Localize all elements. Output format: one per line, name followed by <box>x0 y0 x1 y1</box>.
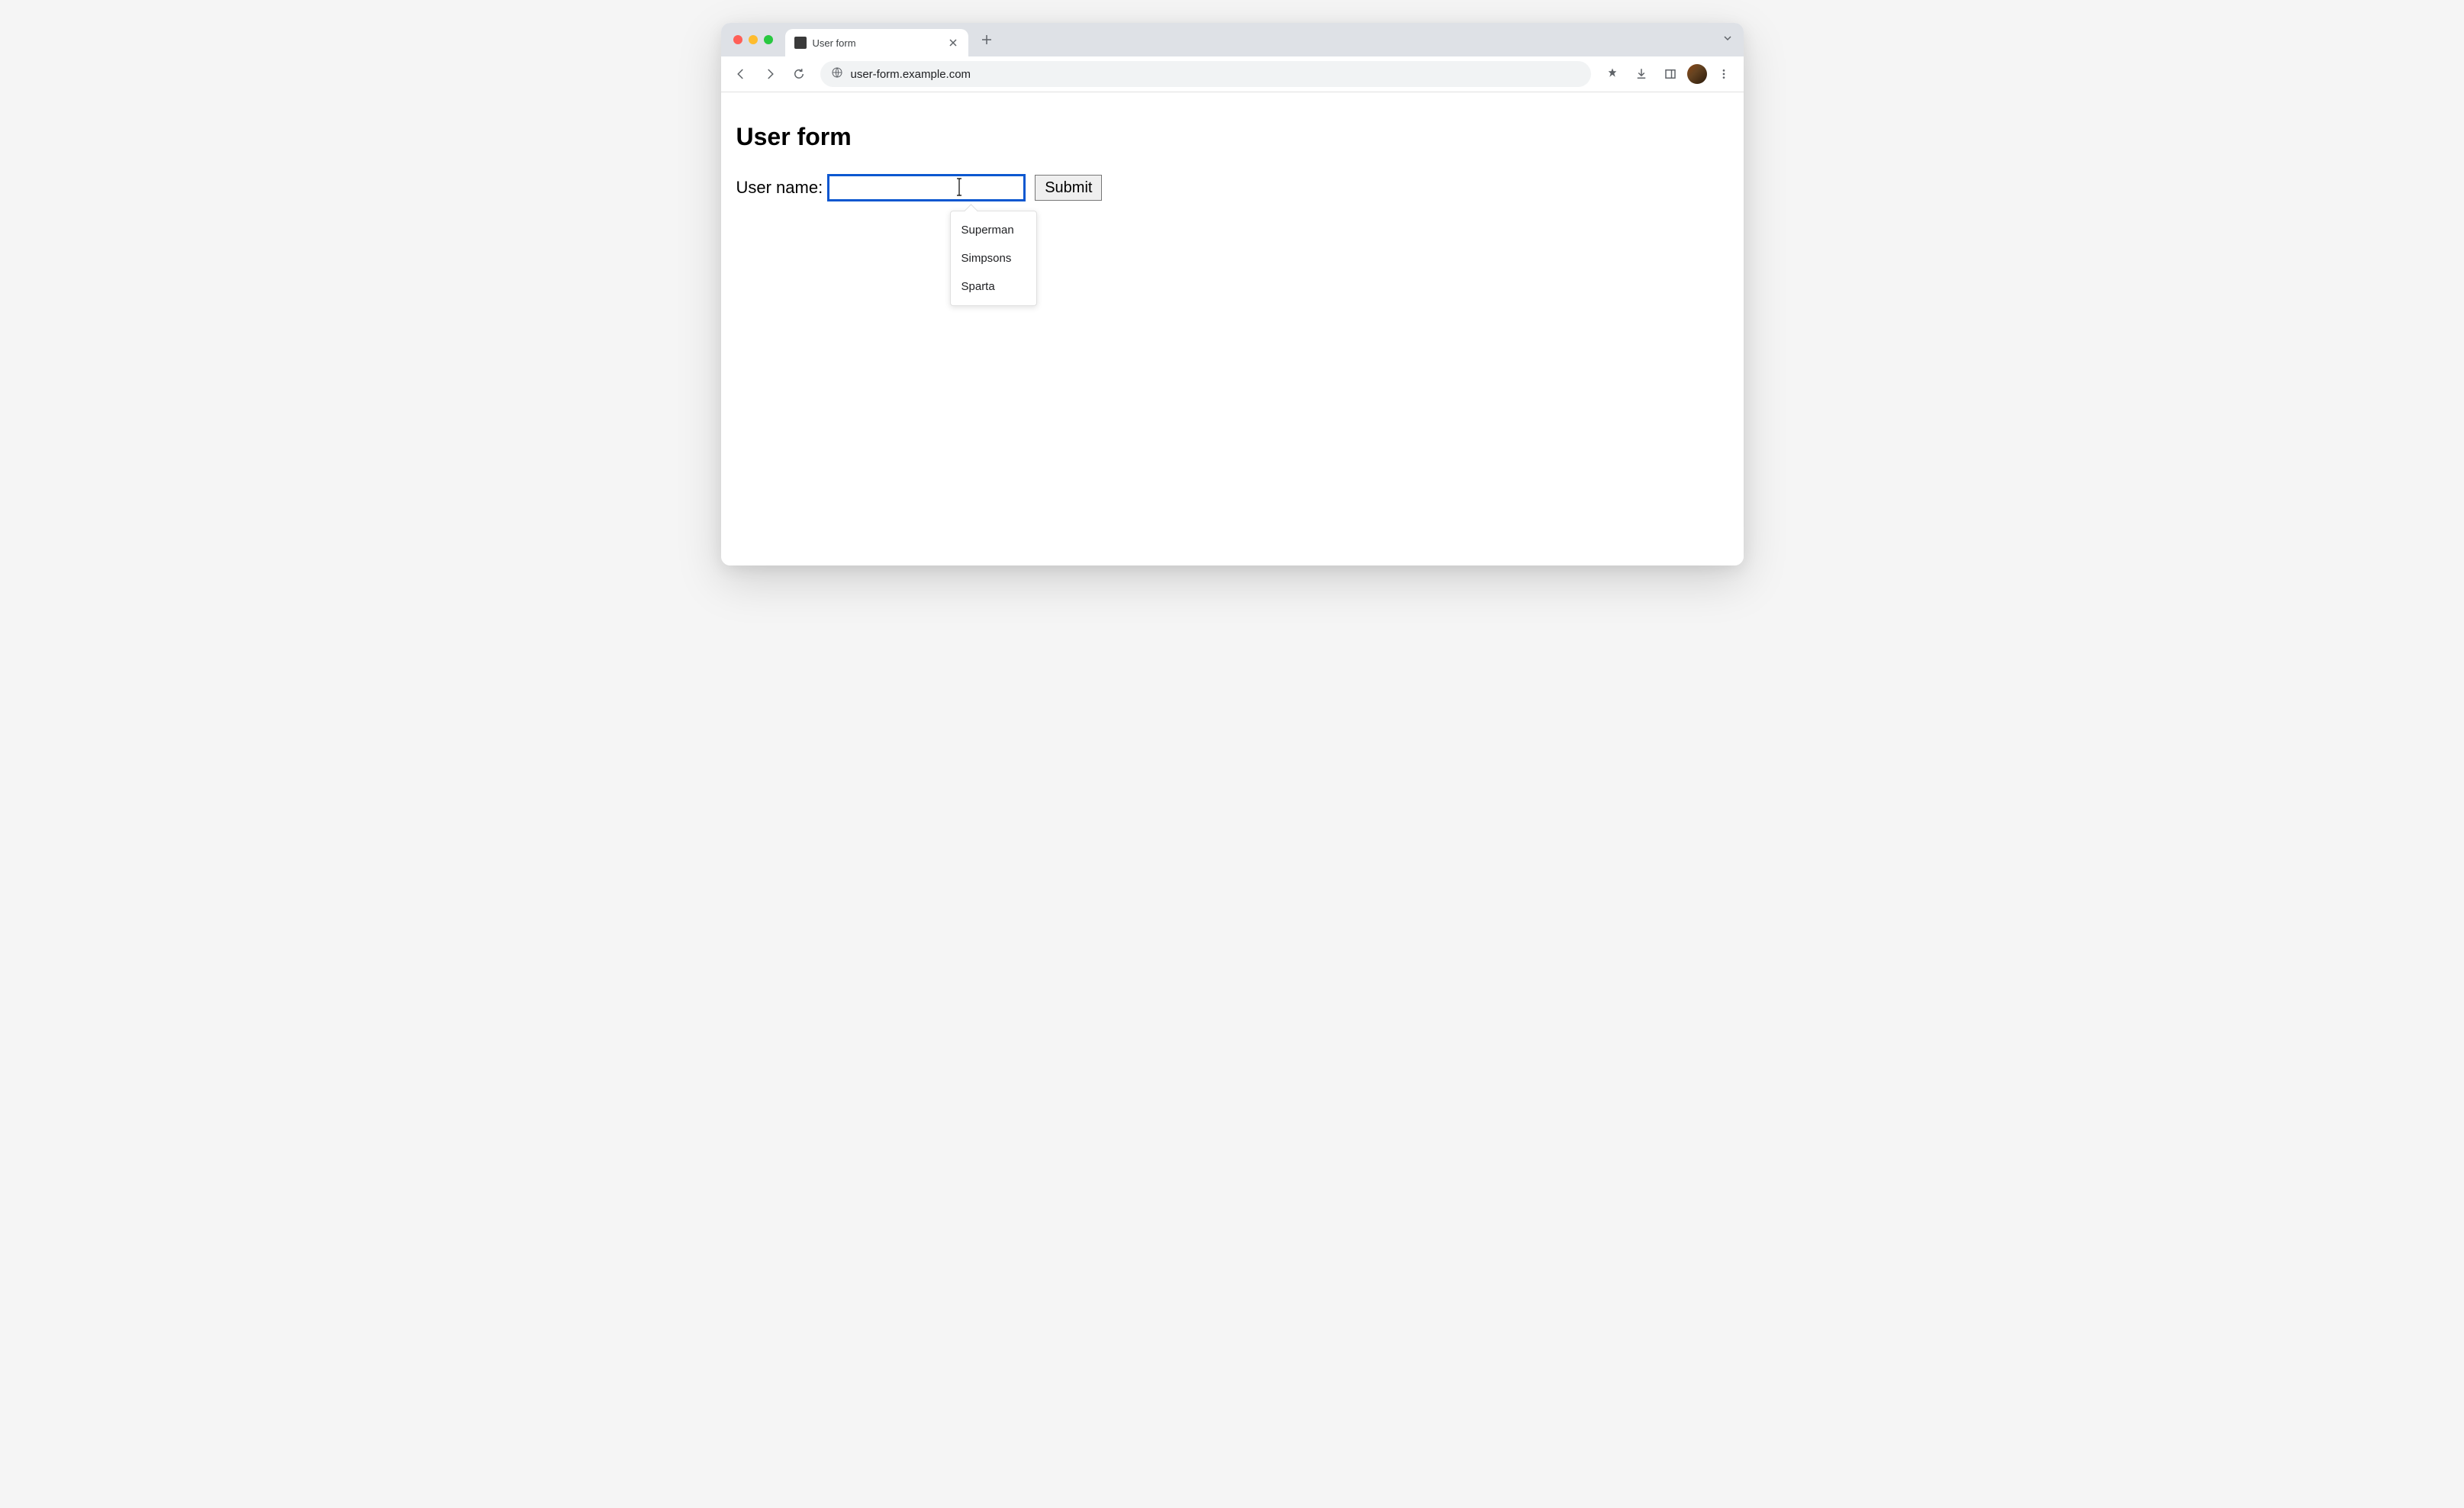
reload-button[interactable] <box>787 62 811 86</box>
page-title: User form <box>736 123 1728 151</box>
globe-icon <box>831 66 843 82</box>
user-form: User name: Submit Superman Simpsons Spar… <box>736 174 1728 201</box>
autocomplete-dropdown: Superman Simpsons Sparta <box>950 211 1037 306</box>
favicon-icon <box>794 37 807 49</box>
browser-tab[interactable]: User form <box>785 29 968 56</box>
username-input[interactable] <box>827 174 1026 201</box>
tabs-dropdown-button[interactable] <box>1722 33 1733 47</box>
profile-avatar[interactable] <box>1687 64 1707 84</box>
menu-icon[interactable] <box>1712 62 1736 86</box>
new-tab-button[interactable] <box>976 29 997 50</box>
downloads-icon[interactable] <box>1629 62 1654 86</box>
tab-title: User form <box>813 37 941 49</box>
input-wrapper <box>827 174 1026 201</box>
tab-close-button[interactable] <box>947 37 959 49</box>
forward-button[interactable] <box>758 62 782 86</box>
back-button[interactable] <box>729 62 753 86</box>
window-close-button[interactable] <box>733 35 742 44</box>
window-controls <box>721 35 785 44</box>
window-minimize-button[interactable] <box>749 35 758 44</box>
username-label: User name: <box>736 178 823 198</box>
autocomplete-option[interactable]: Sparta <box>951 272 1036 301</box>
autocomplete-option[interactable]: Simpsons <box>951 244 1036 272</box>
submit-button[interactable]: Submit <box>1035 175 1102 201</box>
toolbar-right <box>1600 62 1736 86</box>
panel-icon[interactable] <box>1658 62 1683 86</box>
autocomplete-option[interactable]: Superman <box>951 216 1036 244</box>
browser-window: User form user-form.example.com <box>721 23 1744 566</box>
browser-toolbar: user-form.example.com <box>721 56 1744 92</box>
extensions-icon[interactable] <box>1600 62 1625 86</box>
page-content: User form User name: Submit Superman Sim… <box>721 92 1744 566</box>
address-bar[interactable]: user-form.example.com <box>820 61 1591 87</box>
tab-bar: User form <box>721 23 1744 56</box>
window-maximize-button[interactable] <box>764 35 773 44</box>
url-text: user-form.example.com <box>851 68 971 81</box>
